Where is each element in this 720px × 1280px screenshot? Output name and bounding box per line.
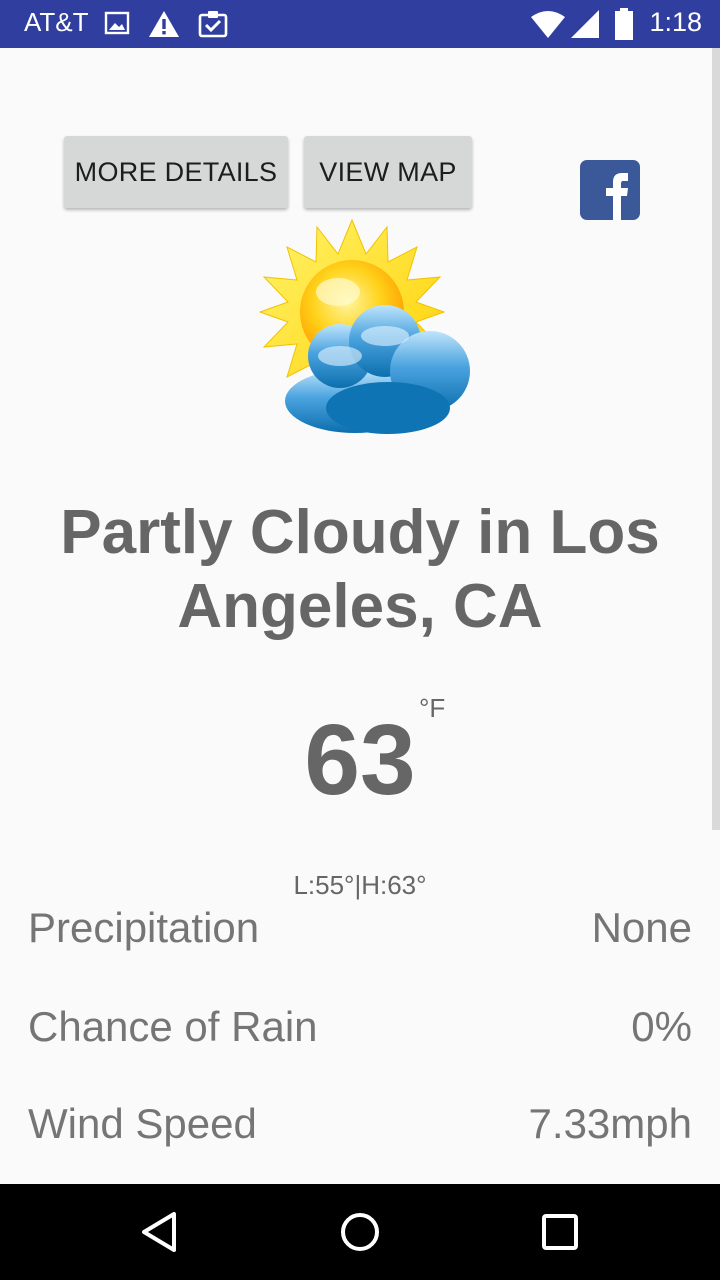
view-map-button[interactable]: VIEW MAP — [304, 136, 472, 208]
detail-row-precipitation: Precipitation None — [28, 904, 692, 960]
temperature-unit: °F — [419, 693, 446, 723]
battery-icon — [615, 8, 633, 40]
home-icon[interactable] — [334, 1206, 386, 1258]
facebook-icon — [606, 173, 628, 220]
detail-value: 0% — [631, 1003, 692, 1050]
detail-label: Precipitation — [28, 904, 260, 951]
detail-label: Chance of Rain — [28, 1003, 318, 1050]
condition-title: Partly Cloudy in Los Angeles, CA — [60, 498, 660, 641]
clipboard-check-icon — [198, 11, 228, 38]
clock: 1:18 — [649, 7, 702, 37]
more-details-button[interactable]: MORE DETAILS — [64, 136, 288, 208]
scrollbar[interactable] — [712, 48, 720, 830]
partly-cloudy-icon — [258, 218, 470, 434]
low-high-temperature: L:55°|H:63° — [293, 870, 427, 900]
detail-row-wind-speed: Wind Speed 7.33mph — [28, 1100, 692, 1156]
detail-row-chance-of-rain: Chance of Rain 0% — [28, 1003, 692, 1059]
warning-icon — [149, 11, 179, 37]
detail-value: 7.33mph — [528, 1100, 692, 1147]
cell-signal-icon — [571, 10, 599, 38]
navigation-bar — [0, 1184, 720, 1280]
wifi-icon — [531, 11, 565, 38]
weather-content[interactable]: MORE DETAILS VIEW MAP Partly Cloudy in L… — [0, 48, 720, 1184]
carrier-label: AT&T — [24, 7, 89, 37]
facebook-share-button[interactable] — [580, 160, 640, 220]
image-icon — [104, 11, 130, 35]
detail-label: Wind Speed — [28, 1100, 257, 1147]
status-bar: AT&T 1:18 — [0, 0, 720, 48]
recents-icon[interactable] — [534, 1206, 586, 1258]
back-icon[interactable] — [134, 1206, 186, 1258]
detail-value: None — [591, 904, 692, 951]
